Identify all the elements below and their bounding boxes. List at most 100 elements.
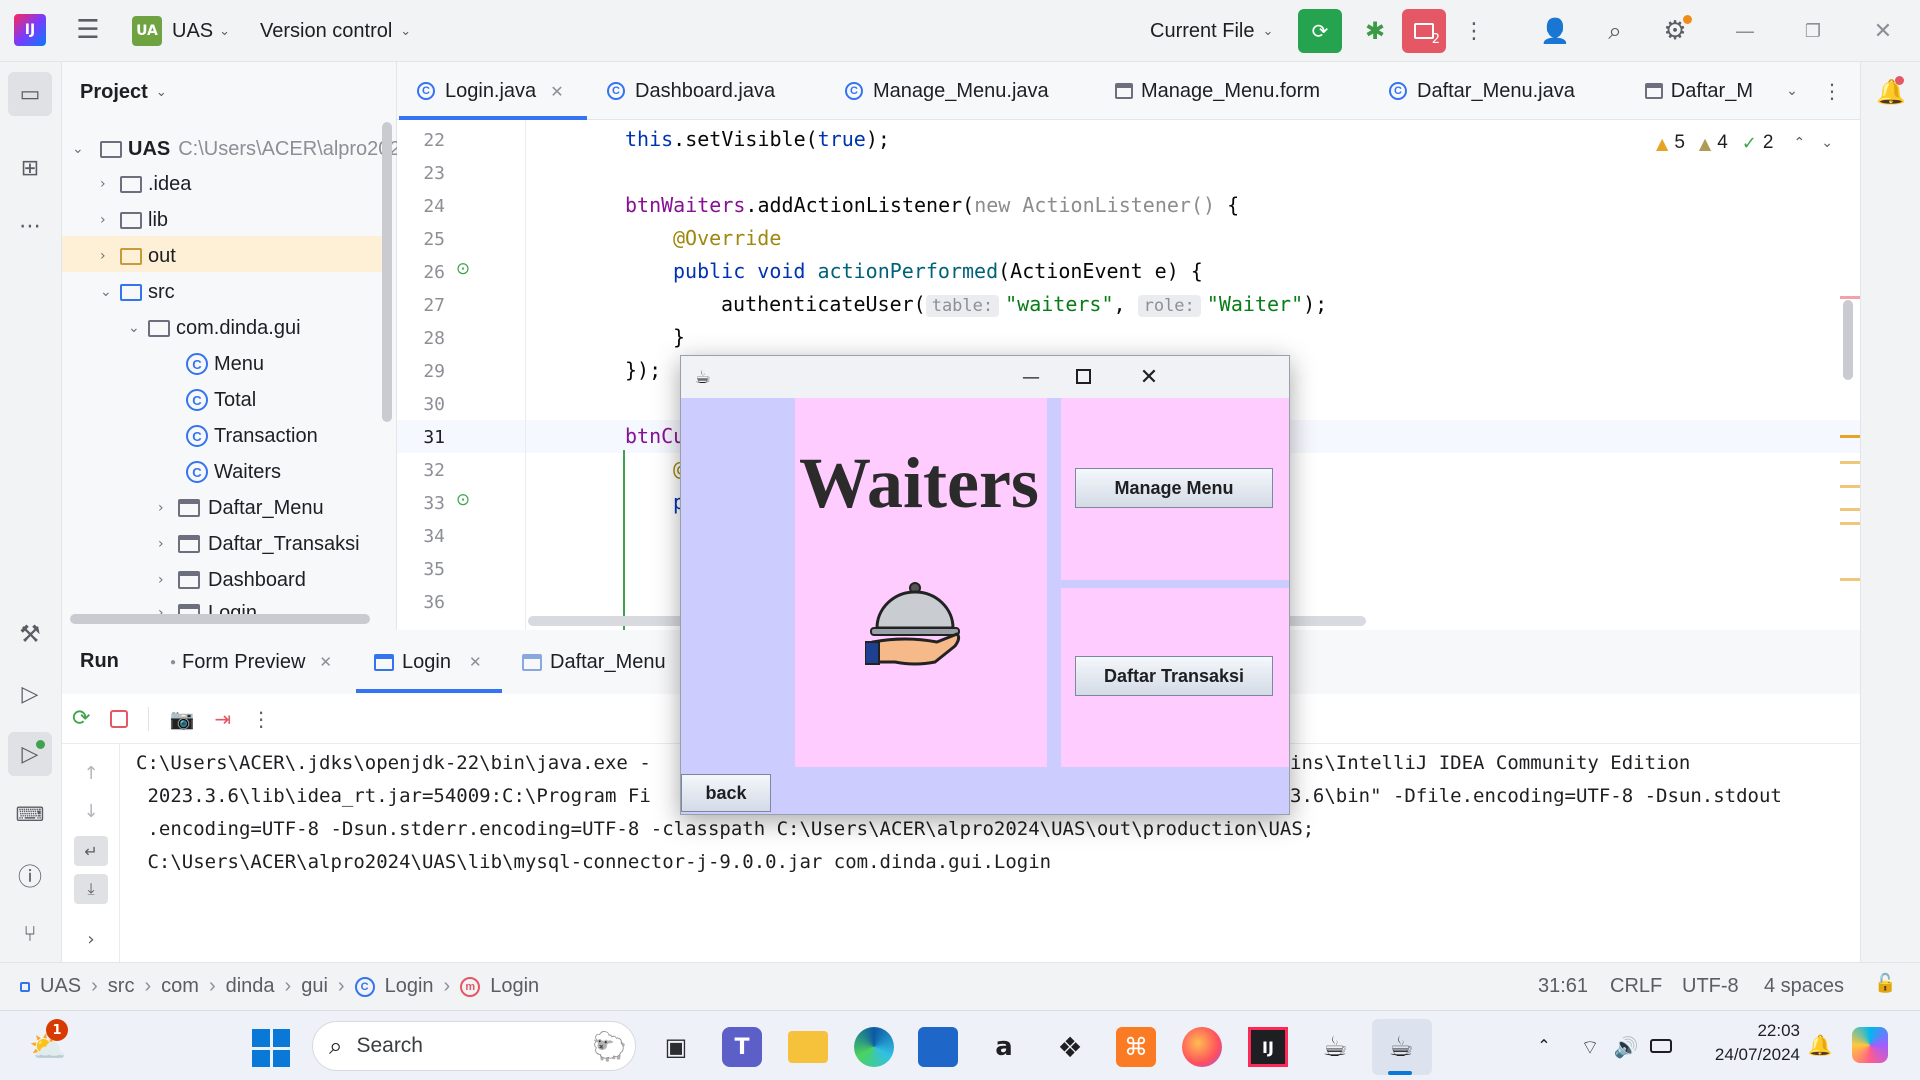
inspection-widget[interactable]: ▲ 5 ▲ 4 ✓ 2 ⌃ ⌄ bbox=[1656, 130, 1833, 156]
amazon-icon[interactable]: a bbox=[984, 1027, 1024, 1067]
soft-wrap-icon[interactable]: ↵ bbox=[74, 836, 108, 866]
tab-daftar-m[interactable]: Daftar_M bbox=[1645, 62, 1753, 120]
build-icon[interactable]: ⚒ bbox=[8, 612, 52, 656]
teams-icon[interactable]: T bbox=[722, 1027, 762, 1067]
tree-item-transaction[interactable]: C Transaction bbox=[186, 419, 318, 453]
lock-icon[interactable]: 🔓 bbox=[1874, 973, 1896, 994]
caret-position[interactable]: 31:61 bbox=[1538, 975, 1588, 998]
intellij-logo-icon[interactable]: IJ bbox=[14, 14, 46, 46]
more-icon[interactable]: ⋮ bbox=[251, 707, 271, 731]
tab-more-icon[interactable]: ⋮ bbox=[1817, 76, 1847, 106]
tree-item-daftar-transaksi[interactable]: › Daftar_Transaksi bbox=[158, 527, 360, 561]
tab-list-chevron-icon[interactable]: ⌄ bbox=[1777, 76, 1807, 106]
swing-title-bar[interactable]: ☕ — ✕ bbox=[681, 356, 1289, 398]
battery-icon[interactable] bbox=[1650, 1039, 1672, 1053]
project-tool-icon[interactable]: ▭ bbox=[8, 72, 52, 116]
tab-manage-menu-form[interactable]: Manage_Menu.form bbox=[1115, 62, 1320, 120]
run-config-selector[interactable]: Current File ⌄ bbox=[1150, 14, 1273, 48]
java-app-icon[interactable]: ☕ bbox=[1380, 1025, 1422, 1067]
main-menu-icon[interactable]: ☰ bbox=[72, 14, 104, 46]
wifi-icon[interactable]: ⌔ bbox=[1576, 1033, 1604, 1061]
task-view-icon[interactable]: ▣ bbox=[656, 1027, 696, 1067]
breadcrumb-item[interactable]: src bbox=[108, 975, 135, 998]
up-arrow-icon[interactable]: ↑ bbox=[78, 760, 104, 786]
next-problem-icon[interactable]: ⌄ bbox=[1821, 135, 1833, 151]
bell-icon[interactable]: 🔔 bbox=[1806, 1031, 1834, 1059]
prev-problem-icon[interactable]: ⌃ bbox=[1793, 135, 1805, 151]
breadcrumb-item[interactable]: com bbox=[161, 975, 199, 998]
store-icon[interactable] bbox=[918, 1027, 958, 1067]
terminal-icon[interactable]: ⌨ bbox=[8, 792, 52, 836]
tab-login-java[interactable]: C Login.java ✕ bbox=[417, 62, 564, 120]
minimize-icon[interactable]: — bbox=[1728, 14, 1762, 48]
problems-icon[interactable]: ⓘ bbox=[8, 852, 52, 896]
firefox-icon[interactable] bbox=[1182, 1027, 1222, 1067]
tree-item-lib[interactable]: › lib bbox=[100, 203, 168, 237]
chevron-right-icon[interactable]: › bbox=[78, 926, 104, 952]
rerun-icon[interactable]: ⟳ bbox=[72, 706, 90, 731]
copilot-icon[interactable] bbox=[1852, 1027, 1888, 1063]
back-button[interactable]: back bbox=[681, 774, 771, 812]
tab-manage-menu-java[interactable]: C Manage_Menu.java bbox=[845, 62, 1049, 120]
close-tab-icon[interactable]: ✕ bbox=[469, 653, 482, 671]
stop-icon[interactable] bbox=[110, 709, 129, 728]
rerun-icon[interactable]: ⟳ bbox=[1298, 9, 1342, 53]
indent-setting[interactable]: 4 spaces bbox=[1764, 975, 1844, 998]
line-separator[interactable]: CRLF bbox=[1610, 975, 1662, 998]
scroll-to-end-icon[interactable]: ⤓ bbox=[74, 874, 108, 904]
tray-chevron-icon[interactable]: ⌃ bbox=[1532, 1033, 1556, 1057]
tab-daftar-menu-java[interactable]: C Daftar_Menu.java bbox=[1389, 62, 1575, 120]
tree-item-idea[interactable]: › .idea bbox=[100, 167, 191, 201]
file-encoding[interactable]: UTF-8 bbox=[1682, 975, 1739, 998]
exit-icon[interactable]: ⇥ bbox=[214, 707, 231, 731]
run-tab-login[interactable]: Login ✕ bbox=[374, 648, 482, 676]
override-gutter-icon[interactable]: ⊙ bbox=[452, 258, 474, 280]
git-icon[interactable]: ⑂ bbox=[8, 912, 52, 956]
run-tab-form-preview[interactable]: ● Form Preview ✕ bbox=[170, 648, 332, 676]
override-gutter-icon[interactable]: ⊙ bbox=[452, 489, 474, 511]
run-tool-icon[interactable]: ▷ bbox=[8, 732, 52, 776]
maximize-icon[interactable] bbox=[1076, 369, 1091, 384]
close-tab-icon[interactable]: ✕ bbox=[319, 653, 332, 671]
search-icon[interactable]: ⌕ bbox=[1596, 12, 1634, 50]
windows-start-icon[interactable] bbox=[252, 1029, 290, 1067]
down-arrow-icon[interactable]: ↓ bbox=[78, 798, 104, 824]
tree-item-dashboard[interactable]: › Dashboard bbox=[158, 563, 306, 597]
more-icon[interactable]: ⋮ bbox=[1460, 12, 1488, 50]
close-icon[interactable]: ✕ bbox=[1129, 362, 1169, 392]
more-tools-icon[interactable]: ⋯ bbox=[8, 204, 52, 248]
project-hscrollbar[interactable] bbox=[70, 614, 370, 624]
breadcrumb-item[interactable]: dinda bbox=[226, 975, 275, 998]
minimize-icon[interactable]: — bbox=[1011, 362, 1051, 392]
dropbox-icon[interactable]: ❖ bbox=[1050, 1027, 1090, 1067]
tree-item-out[interactable]: › out bbox=[100, 239, 176, 273]
taskbar-search[interactable]: ⌕ Search 🐑 bbox=[312, 1021, 636, 1071]
add-user-icon[interactable]: 👤 bbox=[1536, 12, 1574, 50]
tab-dashboard-java[interactable]: C Dashboard.java bbox=[607, 62, 775, 120]
edge-icon[interactable] bbox=[854, 1027, 894, 1067]
tree-item-daftar-menu[interactable]: › Daftar_Menu bbox=[158, 491, 324, 525]
volume-icon[interactable]: 🔊 bbox=[1612, 1033, 1640, 1061]
tree-item-src[interactable]: ⌄ src bbox=[100, 275, 175, 309]
vcs-widget[interactable]: Version control ⌄ bbox=[260, 14, 411, 48]
camera-icon[interactable]: 📷 bbox=[169, 707, 194, 731]
tree-item-package[interactable]: ⌄ com.dinda.gui bbox=[128, 311, 301, 345]
manage-menu-button[interactable]: Manage Menu bbox=[1075, 468, 1273, 508]
intellij-taskbar-icon[interactable]: IJ bbox=[1248, 1027, 1288, 1067]
project-switcher[interactable]: UA UAS ⌄ bbox=[132, 14, 230, 48]
breadcrumb-item[interactable]: Login bbox=[490, 975, 539, 998]
structure-icon[interactable]: ⊞ bbox=[8, 146, 52, 190]
breadcrumb-item[interactable]: UAS bbox=[40, 975, 81, 998]
tree-root[interactable]: ⌄ UAS C:\Users\ACER\alpro202 bbox=[72, 132, 401, 166]
xampp-icon[interactable]: ⌘ bbox=[1116, 1027, 1156, 1067]
restore-icon[interactable]: ❐ bbox=[1796, 14, 1830, 48]
daftar-transaksi-button[interactable]: Daftar Transaksi bbox=[1075, 656, 1273, 696]
stop-icon[interactable]: 2 bbox=[1402, 9, 1446, 53]
tree-item-menu[interactable]: C Menu bbox=[186, 347, 264, 381]
project-scrollbar[interactable] bbox=[382, 122, 392, 422]
run-tab-daftar-menu[interactable]: Daftar_Menu bbox=[522, 648, 666, 676]
tree-item-total[interactable]: C Total bbox=[186, 383, 256, 417]
close-tab-icon[interactable]: ✕ bbox=[550, 82, 563, 101]
project-panel-header[interactable]: Project ⌄ bbox=[80, 76, 167, 108]
notifications-icon[interactable]: 🔔 bbox=[1871, 72, 1911, 112]
